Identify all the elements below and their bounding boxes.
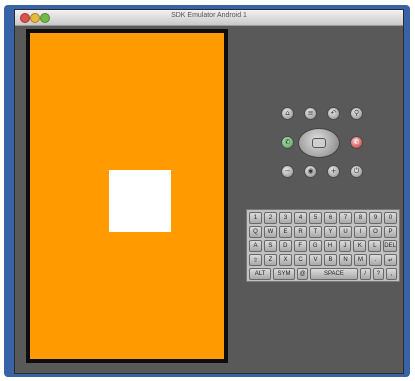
key[interactable]: F bbox=[293, 240, 307, 252]
key[interactable]: H bbox=[323, 240, 337, 252]
enter-key[interactable]: ↵ bbox=[384, 254, 397, 266]
key[interactable]: Q bbox=[249, 226, 262, 238]
call-button[interactable]: ✆ bbox=[281, 136, 294, 149]
key[interactable]: 4 bbox=[294, 212, 307, 224]
power-icon: ⏻ bbox=[353, 167, 360, 175]
key[interactable]: A bbox=[249, 240, 262, 252]
key[interactable]: 0 bbox=[384, 212, 397, 224]
key[interactable]: E bbox=[279, 226, 292, 238]
home-icon: ⌂ bbox=[285, 109, 290, 117]
white-square bbox=[109, 170, 171, 232]
keyboard-row-space: ALT SYM @ SPACE / ? , bbox=[249, 268, 398, 280]
key[interactable]: C bbox=[294, 254, 307, 266]
key[interactable]: Z bbox=[264, 254, 277, 266]
camera-button[interactable]: ◉ bbox=[304, 165, 317, 178]
key[interactable]: 7 bbox=[339, 212, 352, 224]
sym-key[interactable]: SYM bbox=[273, 268, 296, 280]
key[interactable]: O bbox=[369, 226, 382, 238]
key[interactable]: T bbox=[309, 226, 322, 238]
volume-up-button[interactable]: + bbox=[327, 165, 340, 178]
space-key[interactable]: SPACE bbox=[310, 268, 358, 280]
power-button[interactable]: ⏻ bbox=[350, 165, 363, 178]
volume-down-icon: − bbox=[284, 167, 291, 175]
search-icon: ⚲ bbox=[353, 109, 360, 117]
alt-key[interactable]: ALT bbox=[249, 268, 272, 280]
menu-icon: ≡ bbox=[307, 109, 314, 117]
key[interactable]: M bbox=[354, 254, 367, 266]
title-bar: SDK Emulator Android 1 bbox=[15, 10, 403, 26]
key[interactable]: 9 bbox=[369, 212, 382, 224]
keyboard-row-bottom: ⇧ Z X C V B N M . ↵ bbox=[249, 254, 397, 266]
device-screen[interactable] bbox=[30, 33, 224, 359]
back-button[interactable]: ↶ bbox=[327, 107, 340, 120]
key[interactable]: U bbox=[339, 226, 352, 238]
key[interactable]: 5 bbox=[309, 212, 322, 224]
key[interactable]: D bbox=[278, 240, 292, 252]
at-key[interactable]: @ bbox=[297, 268, 309, 280]
key[interactable]: G bbox=[308, 240, 322, 252]
keyboard-row-top: Q W E R T Y U I O P bbox=[249, 226, 397, 238]
back-icon: ↶ bbox=[330, 109, 337, 117]
key[interactable]: P bbox=[384, 226, 397, 238]
key[interactable]: J bbox=[338, 240, 352, 252]
key[interactable]: 6 bbox=[324, 212, 337, 224]
delete-key[interactable]: DEL bbox=[383, 240, 397, 252]
call-icon: ✆ bbox=[284, 138, 291, 146]
key[interactable]: W bbox=[264, 226, 277, 238]
key[interactable]: V bbox=[309, 254, 322, 266]
end-call-button[interactable]: ✆ bbox=[350, 136, 363, 149]
slash-key[interactable]: / bbox=[359, 268, 371, 280]
key[interactable]: S bbox=[263, 240, 277, 252]
question-key[interactable]: ? bbox=[372, 268, 384, 280]
menu-button[interactable]: ≡ bbox=[304, 107, 317, 120]
dpad[interactable] bbox=[298, 128, 340, 158]
search-button[interactable]: ⚲ bbox=[350, 107, 363, 120]
end-call-icon: ✆ bbox=[353, 138, 360, 146]
key[interactable]: 2 bbox=[264, 212, 277, 224]
key[interactable]: R bbox=[294, 226, 307, 238]
home-button[interactable]: ⌂ bbox=[281, 107, 294, 120]
key[interactable]: . bbox=[369, 254, 382, 266]
dpad-center-button[interactable] bbox=[312, 138, 326, 148]
key[interactable]: X bbox=[279, 254, 292, 266]
keyboard-row-home: A S D F G H J K L DEL bbox=[249, 240, 397, 252]
shift-key[interactable]: ⇧ bbox=[249, 254, 262, 266]
emulator-window: SDK Emulator Android 1 bbox=[14, 9, 404, 374]
key[interactable]: 3 bbox=[279, 212, 292, 224]
window-title: SDK Emulator Android 1 bbox=[171, 12, 247, 19]
key[interactable]: 1 bbox=[249, 212, 262, 224]
volume-up-icon: + bbox=[330, 167, 337, 175]
comma-key[interactable]: , bbox=[385, 268, 398, 280]
key[interactable]: K bbox=[353, 240, 367, 252]
key[interactable]: Y bbox=[324, 226, 337, 238]
key[interactable]: B bbox=[324, 254, 337, 266]
keyboard-row-numbers: 1 2 3 4 5 6 7 8 9 0 bbox=[249, 212, 397, 224]
camera-icon: ◉ bbox=[307, 167, 314, 175]
key[interactable]: N bbox=[339, 254, 352, 266]
hardware-keyboard: 1 2 3 4 5 6 7 8 9 0 Q W E R T Y U I O P … bbox=[246, 209, 400, 282]
key[interactable]: 8 bbox=[354, 212, 367, 224]
key[interactable]: I bbox=[354, 226, 367, 238]
key[interactable]: L bbox=[368, 240, 382, 252]
volume-down-button[interactable]: − bbox=[281, 165, 294, 178]
